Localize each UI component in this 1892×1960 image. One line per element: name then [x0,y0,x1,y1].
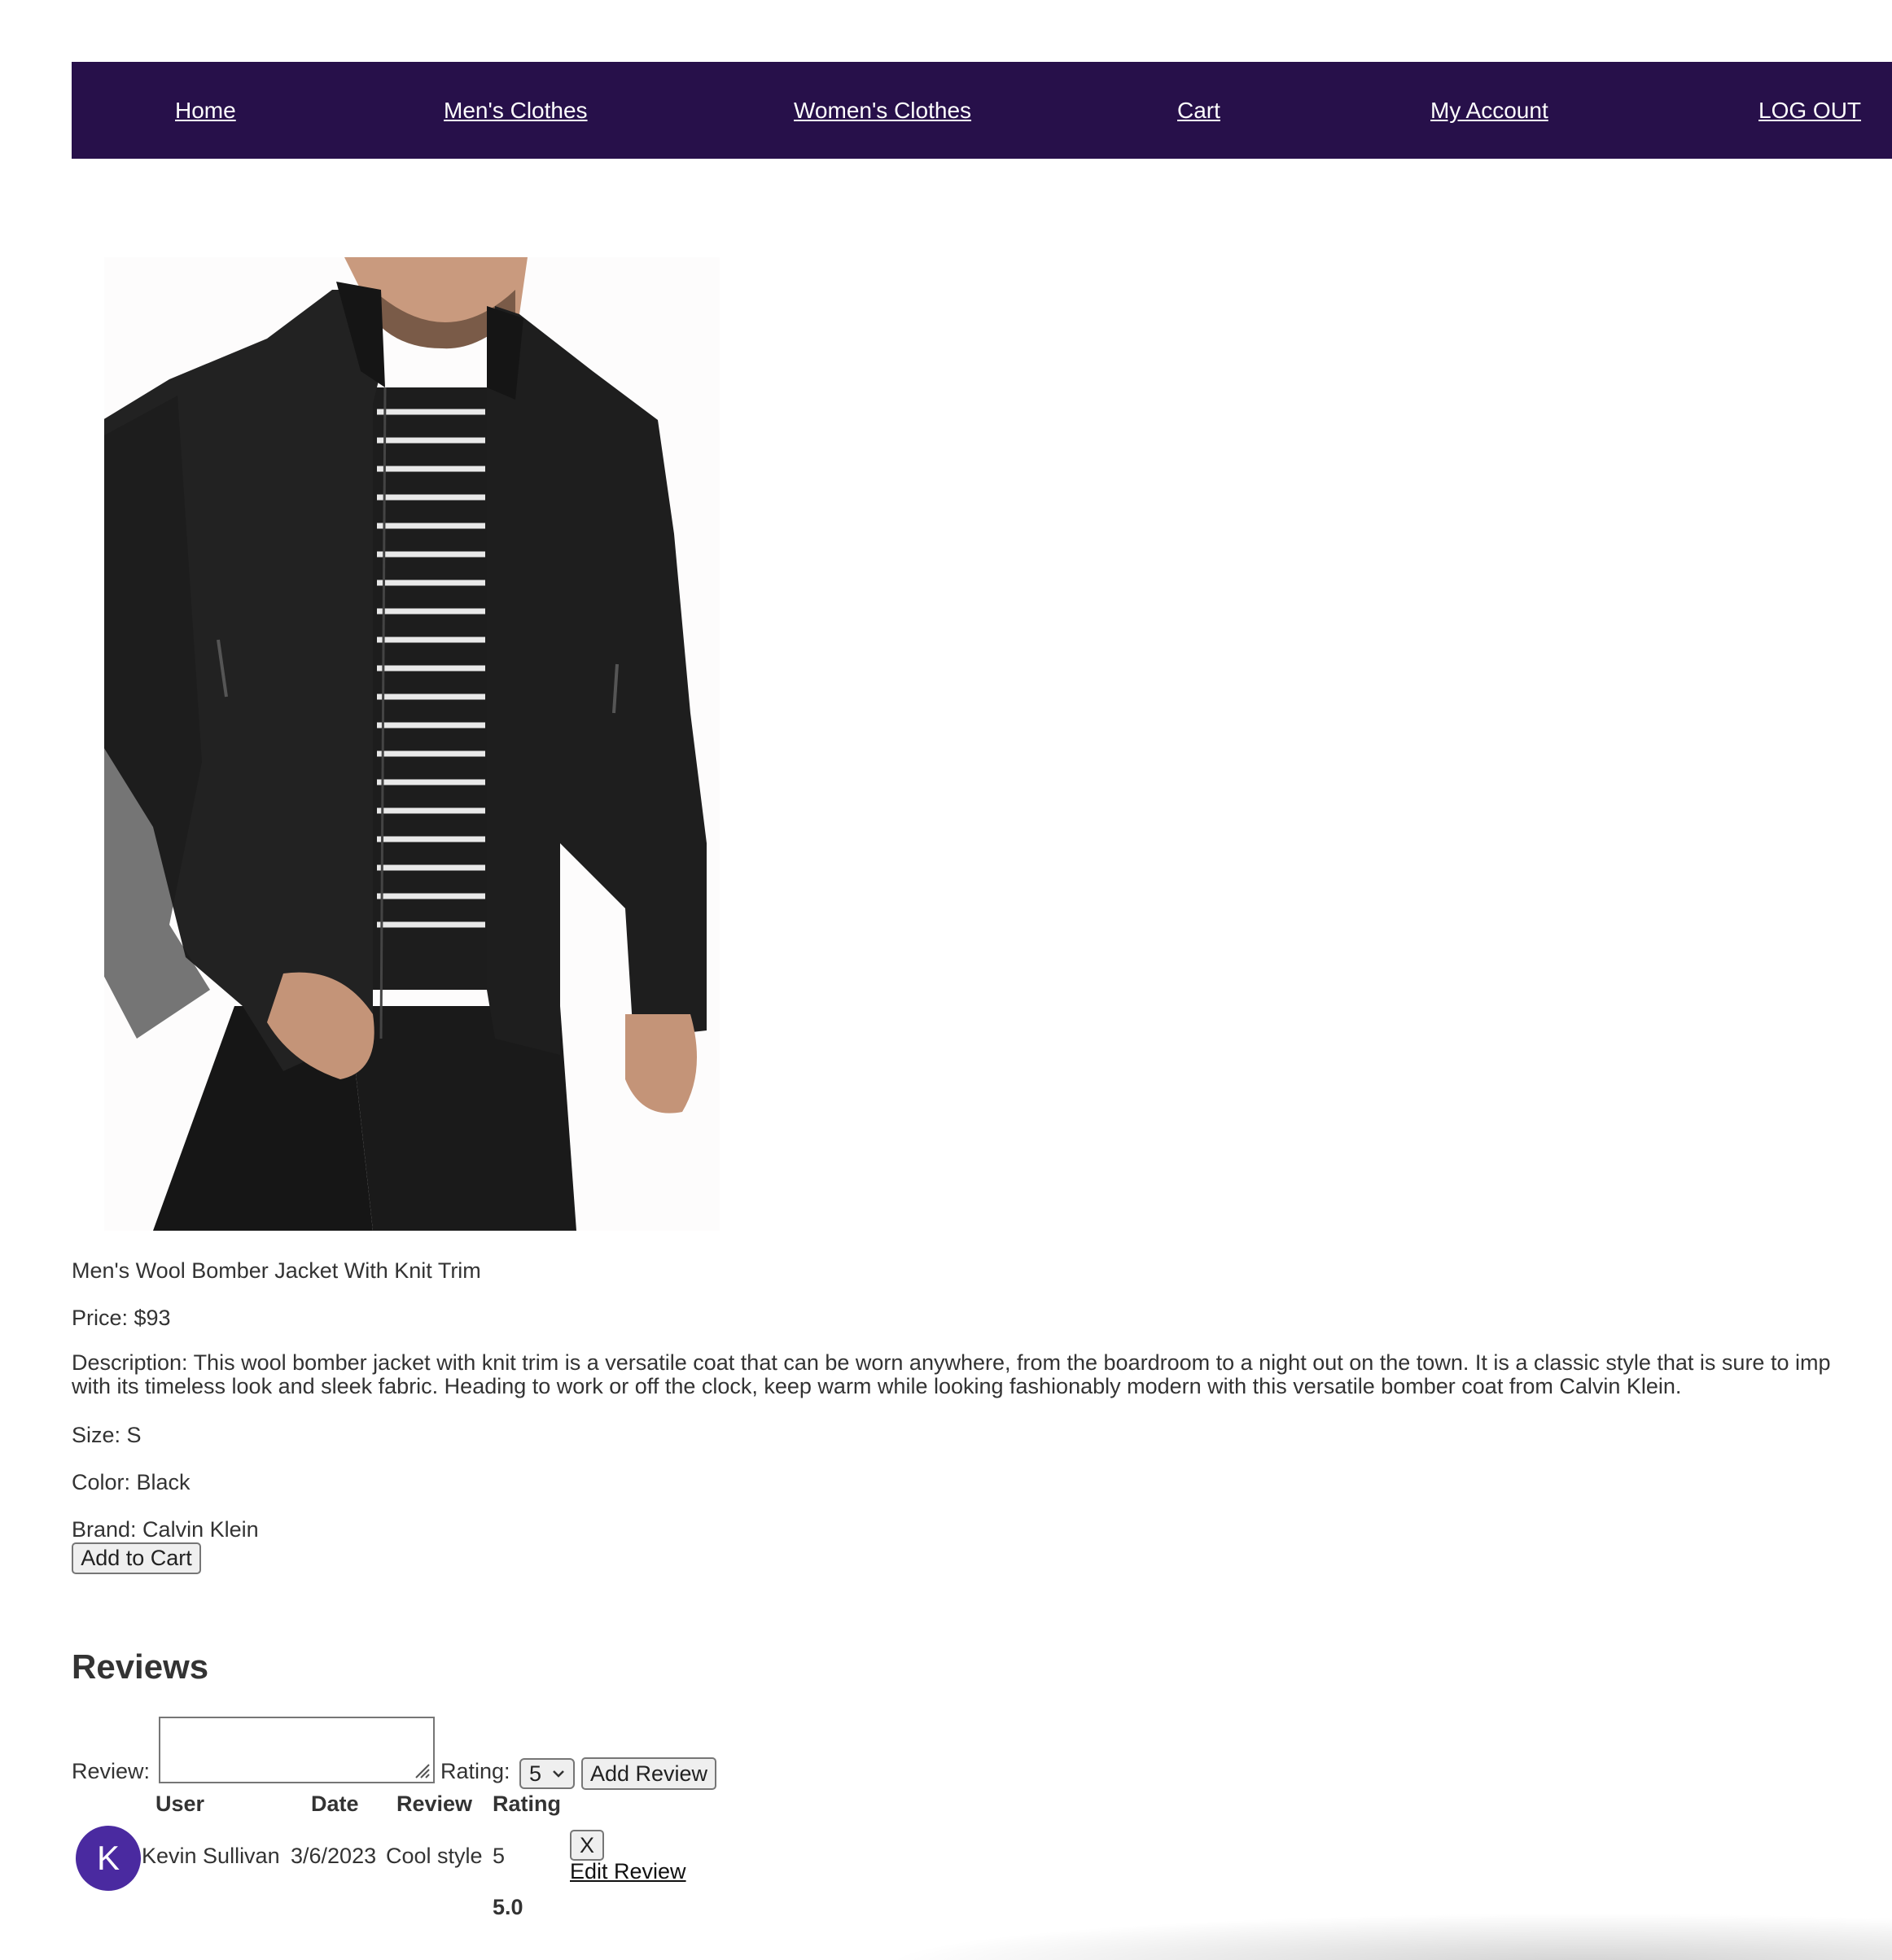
review-label: Review: [72,1759,151,1783]
reviews-heading: Reviews [72,1647,209,1686]
nav-link-mens-clothes[interactable]: Men's Clothes [444,62,588,159]
nav-link-womens-clothes[interactable]: Women's Clothes [794,62,971,159]
product-description: Description: This wool bomber jacket wit… [72,1351,1830,1398]
column-header-review: Review [396,1792,473,1816]
column-header-date: Date [311,1792,359,1816]
nav-link-log-out[interactable]: LOG OUT [1758,62,1861,159]
nav-link-home[interactable]: Home [175,62,236,159]
product-brand: Brand: Calvin Klein [72,1517,259,1542]
top-nav-bar: Home Men's Clothes Women's Clothes Cart … [72,62,1892,159]
edit-review-link[interactable]: Edit Review [570,1859,686,1884]
review-textarea[interactable] [159,1717,435,1783]
review-user: Kevin Sullivan [142,1844,280,1868]
product-name: Men's Wool Bomber Jacket With Knit Trim [72,1258,481,1283]
product-price: Price: $93 [72,1306,171,1330]
product-image [104,257,720,1231]
resize-grip-icon[interactable] [413,1761,431,1779]
review-text: Cool style [386,1844,483,1868]
avatar: K [76,1826,141,1891]
rating-select[interactable]: 5 [519,1758,575,1789]
product-color: Color: Black [72,1470,191,1494]
bottom-shadow [879,1913,1892,1960]
product-description-line-2: with its timeless look and sleek fabric.… [72,1374,1682,1398]
column-header-rating: Rating [493,1792,561,1816]
product-description-line-1: Description: This wool bomber jacket wit… [72,1350,1831,1375]
add-review-button[interactable]: Add Review [581,1757,716,1790]
average-rating: 5.0 [493,1895,523,1919]
add-to-cart-button[interactable]: Add to Cart [72,1542,201,1574]
nav-link-my-account[interactable]: My Account [1430,62,1548,159]
review-date: 3/6/2023 [291,1844,377,1868]
rating-select-value: 5 [529,1761,542,1786]
chevron-down-icon [553,1770,564,1778]
delete-review-button[interactable]: X [570,1830,604,1861]
column-header-user: User [155,1792,205,1816]
rating-label: Rating: [440,1759,510,1783]
product-size: Size: S [72,1423,142,1447]
nav-link-cart[interactable]: Cart [1177,62,1220,159]
review-rating: 5 [493,1844,506,1868]
